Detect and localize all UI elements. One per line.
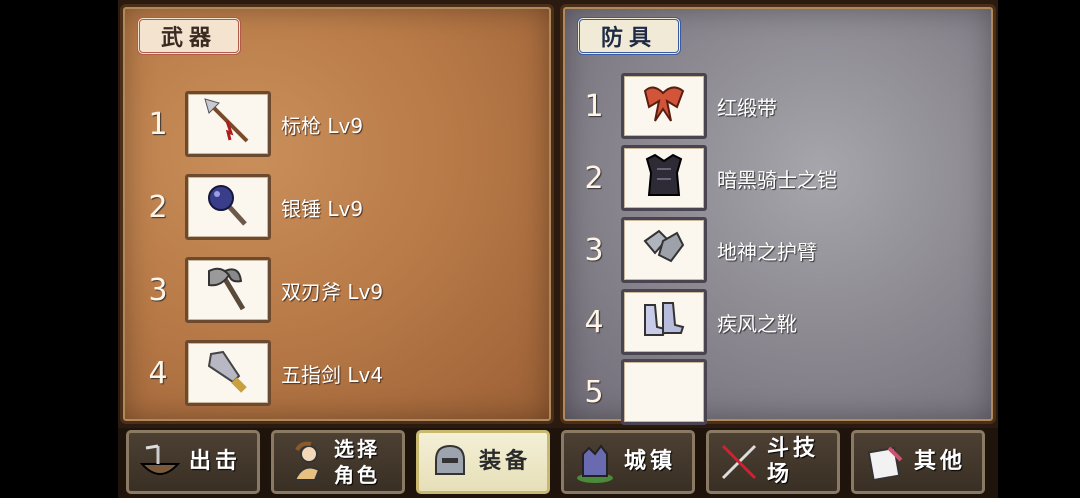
nav-label: 斗技场 <box>767 436 820 487</box>
slot-number: 4 <box>584 304 604 340</box>
weapons-panel: 武器 1 标枪 Lv9 2 银锤 Lv9 3 双刃斧 Lv9 4 五指剑 Lv4 <box>120 4 554 424</box>
nav-label: 城镇 <box>624 449 677 474</box>
armor-slot-2[interactable]: 2 暗黑骑士之铠 <box>567 145 837 211</box>
slot-number: 4 <box>148 355 168 391</box>
slot-number: 2 <box>584 160 604 196</box>
axe-icon <box>201 261 255 319</box>
weapon-slot-1[interactable]: 1 标枪 Lv9 <box>131 91 363 157</box>
armor-panel: 防具 1 红缎带 2 暗黑骑士之铠 3 地神之护臂 4 疾风之靴 5 <box>560 4 996 425</box>
item-name: 双刃斧 Lv9 <box>281 279 384 304</box>
item-name: 五指剑 Lv4 <box>281 362 384 387</box>
bottom-nav: 出击 选择 角色 装备 城镇 斗技场 其他 <box>118 428 998 498</box>
town-button[interactable]: 城镇 <box>561 430 695 494</box>
sword-icon <box>201 344 255 402</box>
character-icon <box>282 439 328 485</box>
item-name: 地神之护臂 <box>717 239 817 264</box>
item-box[interactable] <box>185 91 271 157</box>
item-box[interactable] <box>185 257 271 323</box>
slot-number: 1 <box>148 106 168 142</box>
gauntlet-icon <box>637 221 691 279</box>
slot-number: 1 <box>584 88 604 124</box>
ship-icon <box>137 439 183 485</box>
nav-label-line1: 选择 <box>334 437 380 461</box>
item-box[interactable] <box>621 289 707 355</box>
weapon-slot-4[interactable]: 4 五指剑 Lv4 <box>131 340 383 406</box>
empty-item-box[interactable] <box>621 359 707 425</box>
slot-number: 2 <box>148 189 168 225</box>
ribbon-icon <box>637 77 691 135</box>
item-name: 标枪 Lv9 <box>281 113 364 138</box>
nav-label: 出击 <box>189 449 242 474</box>
armor-slot-5[interactable]: 5 <box>567 359 717 425</box>
armor-slot-1[interactable]: 1 红缎带 <box>567 73 777 139</box>
game-screen: 武器 1 标枪 Lv9 2 银锤 Lv9 3 双刃斧 Lv9 4 五指剑 Lv4… <box>118 0 998 498</box>
other-button[interactable]: 其他 <box>851 430 985 494</box>
armor-slot-3[interactable]: 3 地神之护臂 <box>567 217 817 283</box>
boots-icon <box>637 293 691 351</box>
item-box[interactable] <box>185 174 271 240</box>
item-name: 暗黑骑士之铠 <box>717 167 837 192</box>
scroll-icon <box>862 439 908 485</box>
item-box[interactable] <box>185 340 271 406</box>
item-box[interactable] <box>621 145 707 211</box>
weapons-tab: 武器 <box>137 17 241 55</box>
arena-button[interactable]: 斗技场 <box>706 430 840 494</box>
slot-number: 3 <box>148 272 168 308</box>
select-character-button[interactable]: 选择 角色 <box>271 430 405 494</box>
nav-label: 选择 角色 <box>334 436 380 488</box>
weapon-slot-2[interactable]: 2 银锤 Lv9 <box>131 174 363 240</box>
hammer-icon <box>201 178 255 236</box>
item-name: 银锤 Lv9 <box>281 196 364 221</box>
helmet-icon <box>427 439 473 485</box>
equipment-button[interactable]: 装备 <box>416 430 550 494</box>
spear-icon <box>201 95 255 153</box>
item-name: 红缎带 <box>717 95 777 120</box>
castle-icon <box>572 439 618 485</box>
slot-number: 5 <box>584 374 604 410</box>
slot-number: 3 <box>584 232 604 268</box>
item-box[interactable] <box>621 217 707 283</box>
crossed-swords-icon <box>717 439 761 485</box>
armor-slot-4[interactable]: 4 疾风之靴 <box>567 289 797 355</box>
nav-label-line2: 角色 <box>334 463 380 487</box>
item-box[interactable] <box>621 73 707 139</box>
sortie-button[interactable]: 出击 <box>126 430 260 494</box>
nav-label: 其他 <box>914 449 967 474</box>
dark-armor-icon <box>637 149 691 207</box>
item-name: 疾风之靴 <box>717 311 797 336</box>
weapon-slot-3[interactable]: 3 双刃斧 Lv9 <box>131 257 383 323</box>
nav-label: 装备 <box>479 449 532 474</box>
armor-tab: 防具 <box>577 17 681 55</box>
